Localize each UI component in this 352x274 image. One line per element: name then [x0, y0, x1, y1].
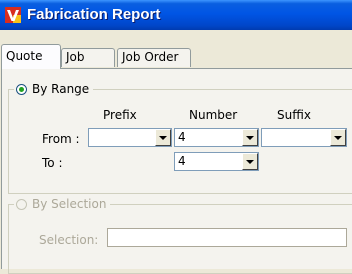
chevron-down-icon[interactable]: [330, 129, 346, 146]
by-selection-label: By Selection: [32, 197, 107, 211]
to-label: To :: [42, 156, 63, 170]
tab-job[interactable]: Job: [61, 48, 115, 67]
by-range-label: By Range: [32, 82, 90, 96]
number-column-label: Number: [189, 108, 238, 122]
window-title: Fabrication Report: [27, 6, 161, 23]
chevron-down-icon[interactable]: [242, 153, 258, 170]
app-v-icon: [5, 7, 21, 23]
tab-job-label: Job: [66, 50, 85, 64]
by-selection-radio[interactable]: By Selection: [14, 197, 111, 211]
by-range-radio-dot[interactable]: [16, 84, 27, 95]
selection-label: Selection:: [39, 233, 99, 247]
by-selection-radio-dot[interactable]: [16, 199, 27, 210]
from-number-value: 4: [178, 130, 186, 144]
to-number-combo[interactable]: 4: [174, 152, 259, 171]
title-bar[interactable]: Fabrication Report: [0, 0, 352, 30]
from-suffix-combo[interactable]: [261, 128, 347, 147]
tab-panel-quote: By Range Prefix Number Suffix From : 4 T…: [1, 68, 352, 274]
by-range-radio[interactable]: By Range: [14, 82, 94, 96]
from-prefix-combo[interactable]: [88, 128, 172, 147]
tab-quote[interactable]: Quote: [1, 44, 61, 69]
fabrication-report-window: Fabrication Report Quote Job Job Order B…: [0, 0, 352, 274]
selection-input[interactable]: [107, 228, 347, 247]
prefix-column-label: Prefix: [103, 108, 137, 122]
from-label: From :: [42, 132, 80, 146]
suffix-column-label: Suffix: [277, 108, 311, 122]
chevron-down-icon[interactable]: [155, 129, 171, 146]
tab-quote-label: Quote: [6, 49, 43, 63]
chevron-down-icon[interactable]: [242, 129, 258, 146]
from-number-combo[interactable]: 4: [174, 128, 259, 147]
tab-job-order-label: Job Order: [122, 50, 179, 64]
tab-job-order[interactable]: Job Order: [117, 48, 191, 67]
to-number-value: 4: [178, 154, 186, 168]
